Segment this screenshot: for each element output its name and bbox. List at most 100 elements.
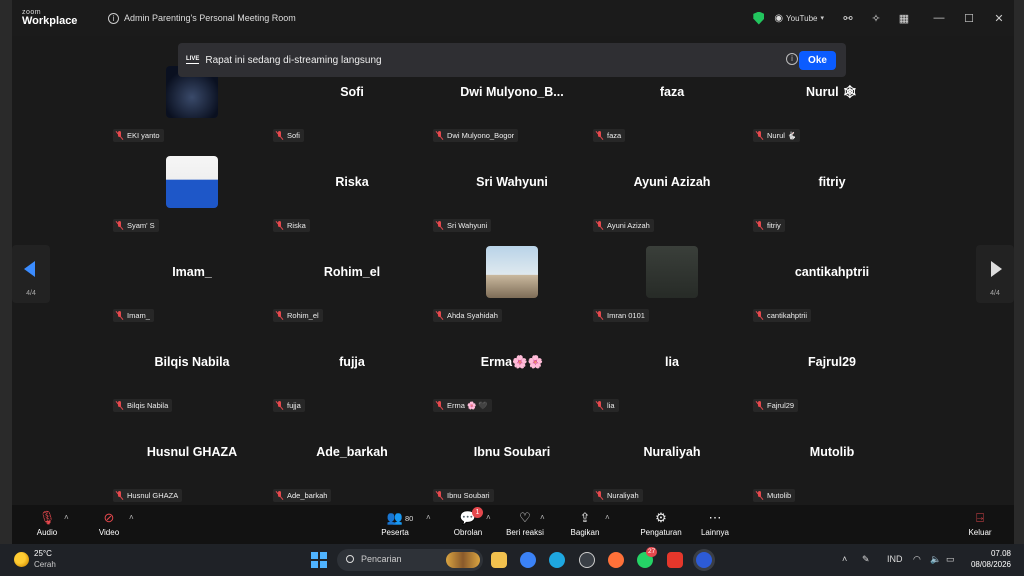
encryption-shield-icon[interactable]	[753, 11, 765, 25]
banner-info-icon[interactable]: i	[786, 53, 798, 65]
share-screen-icon: ⇪	[579, 510, 591, 525]
participant-tile[interactable]: Fajrul29 Fajrul29	[752, 326, 912, 416]
share-options-caret[interactable]: ˄	[605, 513, 610, 522]
live-stream-icon[interactable]: ◉	[774, 13, 783, 24]
participant-label-text: Syam' S	[127, 221, 155, 230]
zoom-app-icon[interactable]	[520, 552, 536, 568]
clock-date[interactable]: 08/08/2026	[971, 560, 1011, 569]
volume-icon[interactable]: 🔈	[930, 554, 941, 565]
participant-tile[interactable]: Erma🌸🌸 Erma 🌸 🖤	[432, 326, 592, 416]
participant-tile[interactable]: Husnul GHAZA Husnul GHAZA	[112, 416, 272, 506]
reactions-options-caret[interactable]: ˄	[540, 513, 545, 522]
participant-tile[interactable]: fujja fujja	[272, 326, 432, 416]
clock-time[interactable]: 07.08	[991, 549, 1011, 558]
arrow-right-icon	[991, 261, 1002, 277]
participant-tile[interactable]: Ade_barkah Ade_barkah	[272, 416, 432, 506]
zoom-active-app-icon[interactable]	[696, 552, 712, 568]
video-button[interactable]: ⊘ Video	[84, 509, 134, 537]
edge-browser-icon[interactable]	[549, 552, 565, 568]
file-explorer-icon[interactable]	[491, 552, 507, 568]
browser-app-icon[interactable]	[579, 552, 595, 568]
participant-label-text: fujja	[287, 401, 301, 410]
participant-name-label: Bilqis Nabila	[113, 399, 173, 412]
settings-button[interactable]: ⚙ Pengaturan	[636, 509, 686, 537]
participant-name-label: Fajrul29	[753, 399, 799, 412]
zoom-window: zoom Workplace i Admin Parenting's Perso…	[12, 0, 1014, 544]
participant-tile[interactable]: Ahda Syahidah	[432, 236, 592, 326]
logo-bottom-text: Workplace	[22, 15, 78, 27]
mic-muted-icon	[756, 131, 763, 140]
live-stream-banner: LIVE Rapat ini sedang di-streaming langs…	[178, 43, 846, 77]
share-button[interactable]: ⇪ Bagikan	[560, 509, 610, 537]
participant-tile[interactable]: Riska Riska	[272, 146, 432, 236]
participant-tile[interactable]: Syam' S	[112, 146, 272, 236]
reactions-label: Beri reaksi	[506, 528, 544, 537]
participant-tile[interactable]: cantikahptrii cantikahptrii	[752, 236, 912, 326]
participant-name-label: Nurul 🐇	[753, 129, 801, 142]
participant-name-label: cantikahptrii	[753, 309, 812, 322]
participant-tile[interactable]: lia lia	[592, 326, 752, 416]
audio-options-caret[interactable]: ˄	[64, 513, 69, 522]
stream-destination-label[interactable]: YouTube	[786, 14, 817, 23]
pen-tray-icon[interactable]: ✎	[862, 554, 870, 565]
chat-options-caret[interactable]: ˄	[486, 513, 491, 522]
magic-wand-icon[interactable]: ⚯	[840, 12, 856, 25]
mic-muted-icon	[116, 491, 123, 500]
next-page-button[interactable]: 4/4	[976, 245, 1014, 303]
participant-name-label: Sri Wahyuni	[433, 219, 492, 232]
wps-office-icon[interactable]	[667, 552, 683, 568]
gallery-view-icon[interactable]: ▦	[896, 12, 912, 25]
participant-tile[interactable]: Rohim_el Rohim_el	[272, 236, 432, 326]
participant-label-text: Nuraliyah	[607, 491, 639, 500]
participant-tile[interactable]: Nuraliyah Nuraliyah	[592, 416, 752, 506]
mic-muted-icon	[276, 221, 283, 230]
firefox-icon[interactable]	[608, 552, 624, 568]
sparkle-icon[interactable]: ✧	[868, 12, 884, 25]
weather-condition[interactable]: Cerah	[34, 560, 56, 569]
more-button[interactable]: ⋯ Lainnya	[690, 509, 740, 537]
participant-name-label: faza	[593, 129, 626, 142]
chevron-up-icon[interactable]: ˄	[842, 554, 847, 564]
participant-display-name: lia	[665, 355, 679, 369]
previous-page-button[interactable]: 4/4	[12, 245, 50, 303]
participant-label-text: Mutolib	[767, 491, 792, 500]
battery-icon[interactable]: ▭	[946, 554, 955, 565]
participant-tile[interactable]: Mutolib Mutolib	[752, 416, 912, 506]
participant-label-text: Ayuni Azizah	[607, 221, 650, 230]
input-language[interactable]: IND	[887, 554, 903, 564]
participant-tile[interactable]: Imran 0101	[592, 236, 752, 326]
mic-muted-icon	[436, 401, 443, 410]
participant-tile[interactable]: fitriy fitriy	[752, 146, 912, 236]
mic-muted-icon	[116, 401, 123, 410]
mic-muted-icon	[596, 491, 603, 500]
mic-muted-icon	[436, 131, 443, 140]
chevron-down-icon[interactable]: ▾	[820, 14, 824, 22]
participant-label-text: Sri Wahyuni	[447, 221, 488, 230]
maximize-button[interactable]: ☐	[954, 12, 984, 25]
meeting-info-icon[interactable]: i	[108, 12, 119, 24]
participant-tile[interactable]: Ibnu Soubari Ibnu Soubari	[432, 416, 592, 506]
participant-tile[interactable]: Imam_ Imam_	[112, 236, 272, 326]
close-button[interactable]: ✕	[984, 12, 1014, 25]
participant-avatar	[646, 246, 698, 298]
arrow-left-icon	[24, 261, 35, 277]
banner-ok-button[interactable]: Oke	[799, 51, 836, 70]
participant-name-label: Ade_barkah	[273, 489, 332, 502]
participant-label-text: Husnul GHAZA	[127, 491, 179, 500]
taskbar-search[interactable]: Pencarian	[337, 549, 483, 571]
weather-sun-icon[interactable]	[14, 552, 29, 567]
weather-temperature[interactable]: 25°C	[34, 549, 52, 558]
wifi-icon[interactable]: ◠	[913, 554, 921, 565]
mic-muted-icon	[596, 131, 603, 140]
participant-tile[interactable]: Bilqis Nabila Bilqis Nabila	[112, 326, 272, 416]
participants-options-caret[interactable]: ˄	[426, 513, 431, 522]
participant-tile[interactable]: Sri Wahyuni Sri Wahyuni	[432, 146, 592, 236]
leave-button[interactable]: ⍈ Keluar	[955, 509, 1005, 537]
participant-label-text: Sofi	[287, 131, 300, 140]
participant-tile[interactable]: Ayuni Azizah Ayuni Azizah	[592, 146, 752, 236]
participant-display-name: Ade_barkah	[316, 445, 388, 459]
start-windows-icon[interactable]	[311, 552, 327, 568]
minimize-button[interactable]: —	[924, 12, 954, 24]
video-options-caret[interactable]: ˄	[129, 513, 134, 522]
title-bar[interactable]: zoom Workplace i Admin Parenting's Perso…	[12, 0, 1014, 36]
